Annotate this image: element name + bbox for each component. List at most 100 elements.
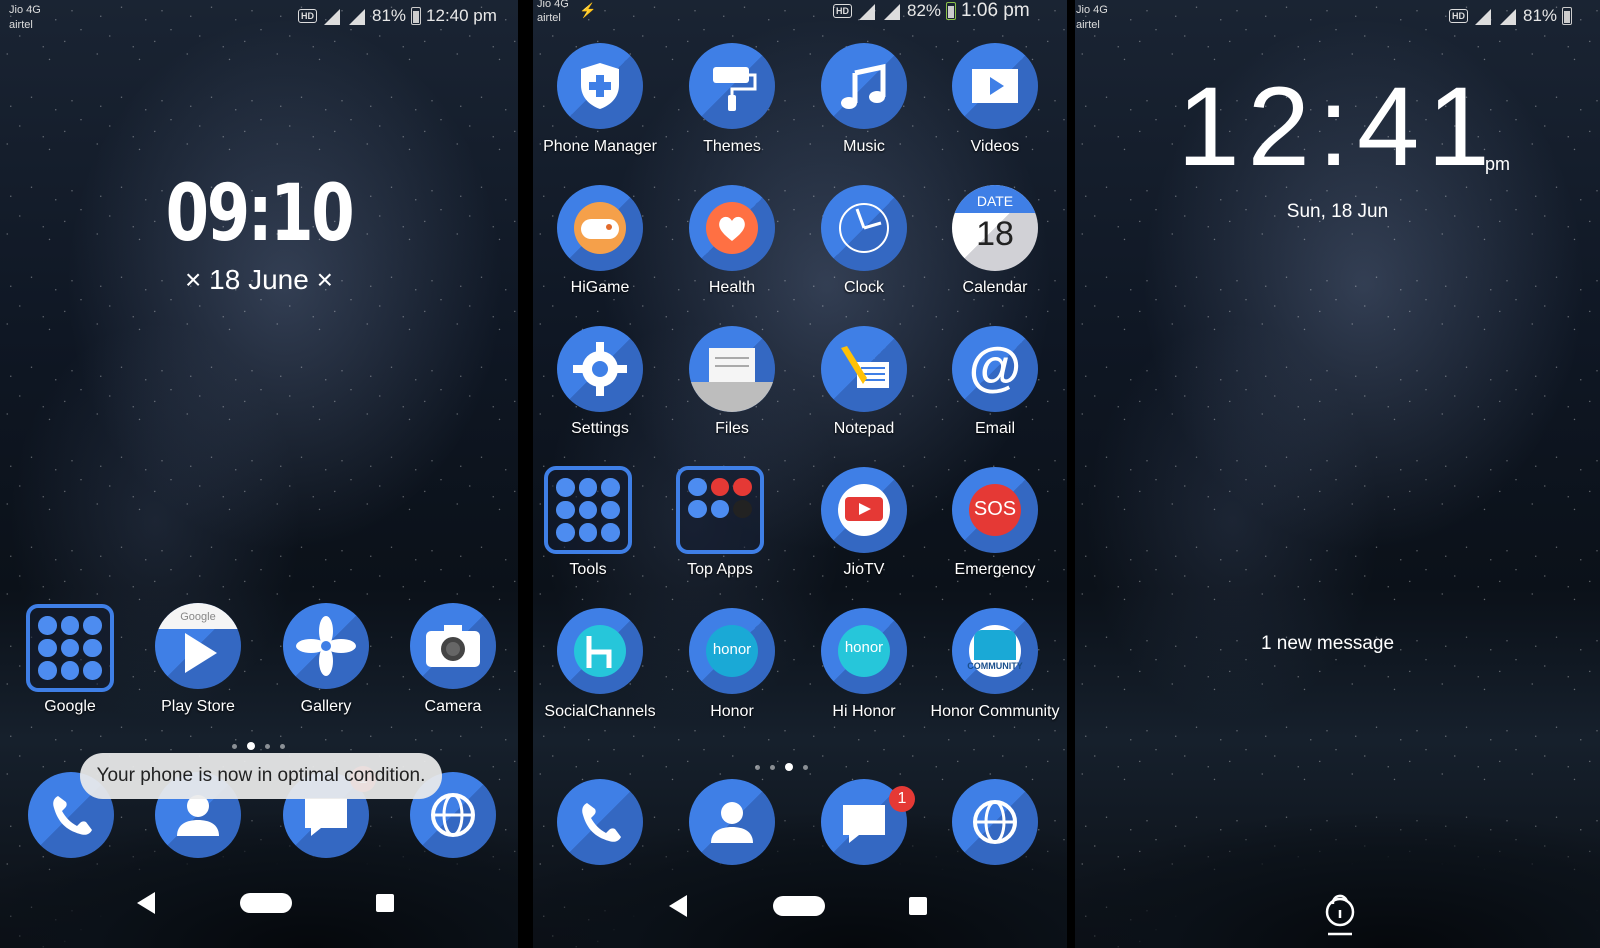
usb-icon: ⚡: [579, 2, 597, 18]
music-note-icon[interactable]: [821, 43, 907, 129]
home-button[interactable]: [240, 893, 292, 913]
toast-message: Your phone is now in optimal condition.: [96, 765, 426, 786]
status-icons: HD 81%: [1449, 6, 1573, 26]
lock-clock: 12:41: [1177, 64, 1498, 189]
honor-icon[interactable]: honor: [689, 608, 775, 694]
carrier-2: airtel: [1076, 19, 1100, 31]
paint-roller-icon[interactable]: [689, 43, 775, 129]
status-time: 1:06 pm: [961, 0, 1030, 21]
at-glyph: @: [968, 337, 1022, 397]
shield-icon[interactable]: [557, 43, 643, 129]
hd-icon: HD: [298, 9, 317, 23]
gear-icon[interactable]: [557, 326, 643, 412]
unlock-icon[interactable]: [1318, 892, 1362, 938]
clock-date: × 18 June ×: [185, 264, 333, 295]
battery-percent: 82%: [907, 1, 942, 20]
heart-icon[interactable]: [689, 185, 775, 271]
pinwheel-icon[interactable]: [283, 603, 369, 689]
gamepad-icon[interactable]: [557, 185, 643, 271]
signal-icon: [859, 4, 875, 20]
toast: Your phone is now in optimal condition.: [80, 753, 442, 799]
honor-community-icon[interactable]: COMMUNITY: [952, 608, 1038, 694]
battery-percent: 81%: [372, 6, 407, 25]
app-label: Calendar: [962, 279, 1028, 296]
carrier-2: airtel: [537, 12, 561, 24]
battery-icon: [1562, 7, 1573, 25]
folder-google[interactable]: [26, 604, 114, 692]
app-label: Email: [974, 420, 1015, 437]
status-bar: Jio 4G airtel HD 81%: [1075, 0, 1600, 40]
status-bar: Jio 4G airtel HD 81% 12:40 pm: [0, 0, 518, 40]
back-button[interactable]: [669, 895, 687, 917]
hi-honor-icon[interactable]: honor: [821, 608, 907, 694]
app-label: Health: [708, 279, 756, 296]
app-label: Tools: [569, 561, 607, 578]
recents-button[interactable]: [376, 894, 394, 912]
clock-icon[interactable]: [821, 185, 907, 271]
hd-icon: HD: [1449, 9, 1468, 23]
home-button[interactable]: [773, 896, 825, 916]
signal-icon: [1500, 9, 1516, 25]
socialchannels-icon[interactable]: [557, 608, 643, 694]
lock-date: Sun, 18 Jun: [1286, 201, 1389, 222]
app-label: Music: [843, 138, 885, 155]
app-label: Phone Manager: [543, 138, 657, 155]
jiotv-icon[interactable]: [821, 467, 907, 553]
nav-bar: [533, 878, 1067, 948]
status-bar: Jio 4G airtel ⚡ HD 82% 1:06 pm: [533, 0, 1067, 40]
hi-honor-logo: honor: [844, 639, 884, 656]
app-label: Honor Community: [930, 703, 1060, 720]
lock-screen-panel: Jio 4G airtel HD 81% 12:41 pm Sun, 18 Ju…: [1075, 0, 1600, 948]
app-label: Videos: [970, 138, 1020, 155]
notepad-icon[interactable]: [821, 326, 907, 412]
lock-ampm: pm: [1485, 154, 1511, 174]
phone-icon[interactable]: [557, 779, 643, 865]
calendar-icon[interactable]: DATE 18: [952, 185, 1038, 271]
signal-icon: [349, 9, 365, 25]
status-icons: HD 82% 1:06 pm: [833, 0, 1030, 22]
carrier-1: Jio 4G: [9, 4, 41, 16]
files-icon[interactable]: [689, 326, 775, 412]
back-button[interactable]: [137, 892, 155, 914]
video-icon[interactable]: [952, 43, 1038, 129]
app-label: Honor: [710, 703, 754, 720]
at-sign-icon[interactable]: @: [952, 326, 1038, 412]
app-label: SocialChannels: [544, 703, 656, 720]
calendar-day: 18: [976, 215, 1014, 253]
app-label: Themes: [703, 138, 761, 155]
battery-charging-icon: [946, 2, 957, 20]
app-drawer-panel: Jio 4G airtel ⚡ HD 82% 1:06 pm Phone Man…: [533, 0, 1067, 948]
browser-icon[interactable]: [952, 779, 1038, 865]
contacts-icon[interactable]: [689, 779, 775, 865]
carrier-1: Jio 4G: [1076, 4, 1108, 16]
app-label: Clock: [843, 279, 884, 296]
honor-logo: honor: [712, 641, 752, 658]
signal-icon: [324, 9, 340, 25]
app-label: Settings: [571, 420, 629, 437]
signal-icon: [884, 4, 900, 20]
hd-icon: HD: [833, 4, 852, 18]
sos-icon[interactable]: SOS: [952, 467, 1038, 553]
status-icons: HD 81% 12:40 pm: [298, 6, 497, 26]
home-screen-panel: Jio 4G airtel HD 81% 12:40 pm 09:10 × 18…: [0, 0, 518, 948]
sos-glyph: SOS: [973, 498, 1017, 520]
recents-button[interactable]: [909, 897, 927, 915]
status-time: 12:40 pm: [426, 6, 497, 25]
nav-bar: [0, 878, 518, 948]
app-label: Top Apps: [687, 561, 753, 578]
clock-widget[interactable]: 09:10 × 18 June ×: [0, 168, 518, 296]
app-label: Files: [715, 420, 749, 437]
play-store-icon[interactable]: Google: [155, 603, 241, 689]
app-label: Notepad: [833, 420, 895, 437]
community-logo: COMMUNITY: [967, 661, 1023, 671]
camera-icon[interactable]: [410, 603, 496, 689]
app-label: HiGame: [570, 279, 630, 296]
folder-tools[interactable]: [544, 466, 632, 554]
app-label: JioTV: [843, 561, 885, 578]
lock-notification[interactable]: 1 new message: [1075, 633, 1580, 655]
clock-time: 09:10: [165, 169, 355, 259]
page-indicator: [755, 763, 808, 771]
app-label: Emergency: [954, 561, 1036, 578]
folder-top-apps[interactable]: [676, 466, 764, 554]
battery-icon: [411, 7, 422, 25]
